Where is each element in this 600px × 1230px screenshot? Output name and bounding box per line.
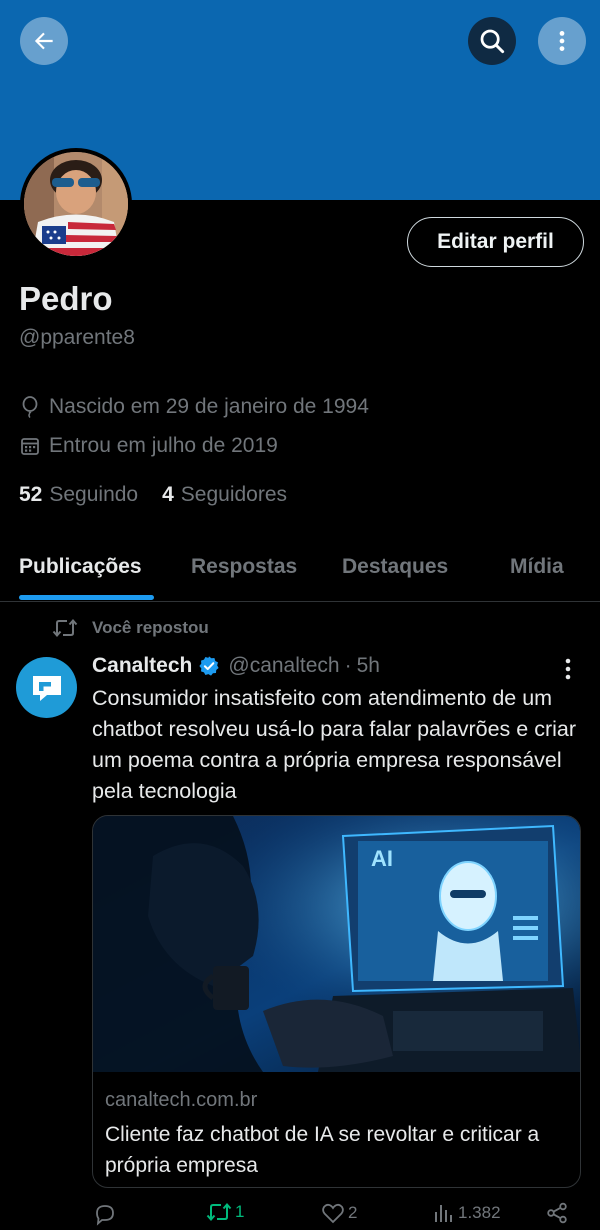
- avatar-photo: [24, 152, 128, 256]
- active-tab-indicator: [19, 595, 154, 600]
- share-button[interactable]: [546, 1202, 571, 1224]
- more-vertical-icon: [565, 658, 571, 680]
- repost-label: Você repostou: [92, 618, 209, 637]
- profile-avatar[interactable]: [20, 148, 132, 260]
- tab-publicacoes[interactable]: Publicações: [19, 555, 142, 579]
- tab-destaques[interactable]: Destaques: [342, 555, 448, 579]
- more-options-button[interactable]: [538, 17, 586, 65]
- followers-count: 4: [162, 483, 174, 506]
- search-button[interactable]: [468, 17, 516, 65]
- like-count: 2: [348, 1203, 358, 1222]
- tab-midia[interactable]: Mídia: [510, 555, 564, 579]
- search-icon: [480, 29, 505, 54]
- more-vertical-icon: [559, 31, 565, 51]
- link-card[interactable]: AI canaltech.com.br Cliente faz chatbot …: [92, 815, 581, 1188]
- tab-respostas[interactable]: Respostas: [191, 555, 297, 579]
- card-image-ai-label: AI: [371, 846, 393, 871]
- canaltech-logo-icon: [32, 675, 61, 701]
- join-text: Entrou em julho de 2019: [49, 434, 278, 457]
- post-author-handle[interactable]: @canaltech: [228, 654, 339, 678]
- views-button[interactable]: 1.382: [433, 1202, 501, 1224]
- post-more-button[interactable]: [556, 656, 580, 682]
- post-header: Canaltech @canaltech · 5h: [92, 654, 380, 678]
- post-time[interactable]: 5h: [357, 654, 380, 678]
- post-text: Consumidor insatisfeito com atendimento …: [92, 686, 577, 803]
- repost-button[interactable]: 1: [206, 1202, 244, 1222]
- post-separator: ·: [344, 654, 352, 677]
- card-title: Cliente faz chatbot de IA se revoltar e …: [105, 1123, 540, 1177]
- like-button[interactable]: 2: [321, 1202, 357, 1224]
- repost-icon: [52, 617, 78, 639]
- repost-indicator: Você repostou: [52, 617, 209, 639]
- card-image: AI: [93, 816, 580, 1072]
- calendar-icon: [19, 435, 41, 457]
- followers-label: Seguidores: [180, 483, 288, 506]
- following-count: 52: [19, 483, 43, 506]
- verified-badge-icon: [199, 656, 219, 676]
- repost-count: 1: [235, 1202, 245, 1221]
- followers-link[interactable]: 4 Seguidores: [162, 483, 287, 507]
- following-link[interactable]: 52 Seguindo: [19, 483, 138, 507]
- post-author-avatar[interactable]: [16, 657, 77, 718]
- profile-handle: @pparente8: [19, 326, 135, 349]
- back-button[interactable]: [20, 17, 68, 65]
- bar-chart-icon: [435, 1205, 452, 1222]
- heart-icon: [322, 1203, 344, 1224]
- profile-tabs: Publicações Respostas Destaques Mídia: [0, 540, 600, 602]
- post-actions: 1 2 1.382: [0, 1198, 600, 1230]
- reply-button[interactable]: [93, 1202, 120, 1226]
- profile-name: Pedro: [19, 280, 113, 317]
- arrow-left-icon: [34, 32, 53, 50]
- follow-stats: 52 Seguindo 4 Seguidores: [19, 483, 311, 507]
- birth-info: Nascido em 29 de janeiro de 1994: [19, 395, 369, 419]
- edit-profile-button[interactable]: Editar perfil: [407, 217, 584, 267]
- reply-icon: [96, 1205, 114, 1226]
- views-count: 1.382: [458, 1203, 501, 1222]
- card-domain: canaltech.com.br: [105, 1089, 258, 1111]
- following-label: Seguindo: [49, 483, 139, 506]
- post-author-name[interactable]: Canaltech: [92, 654, 192, 678]
- repost-icon: [206, 1202, 232, 1222]
- join-info: Entrou em julho de 2019: [19, 434, 278, 458]
- share-icon: [547, 1202, 567, 1224]
- balloon-icon: [19, 396, 41, 418]
- birth-text: Nascido em 29 de janeiro de 1994: [49, 395, 369, 418]
